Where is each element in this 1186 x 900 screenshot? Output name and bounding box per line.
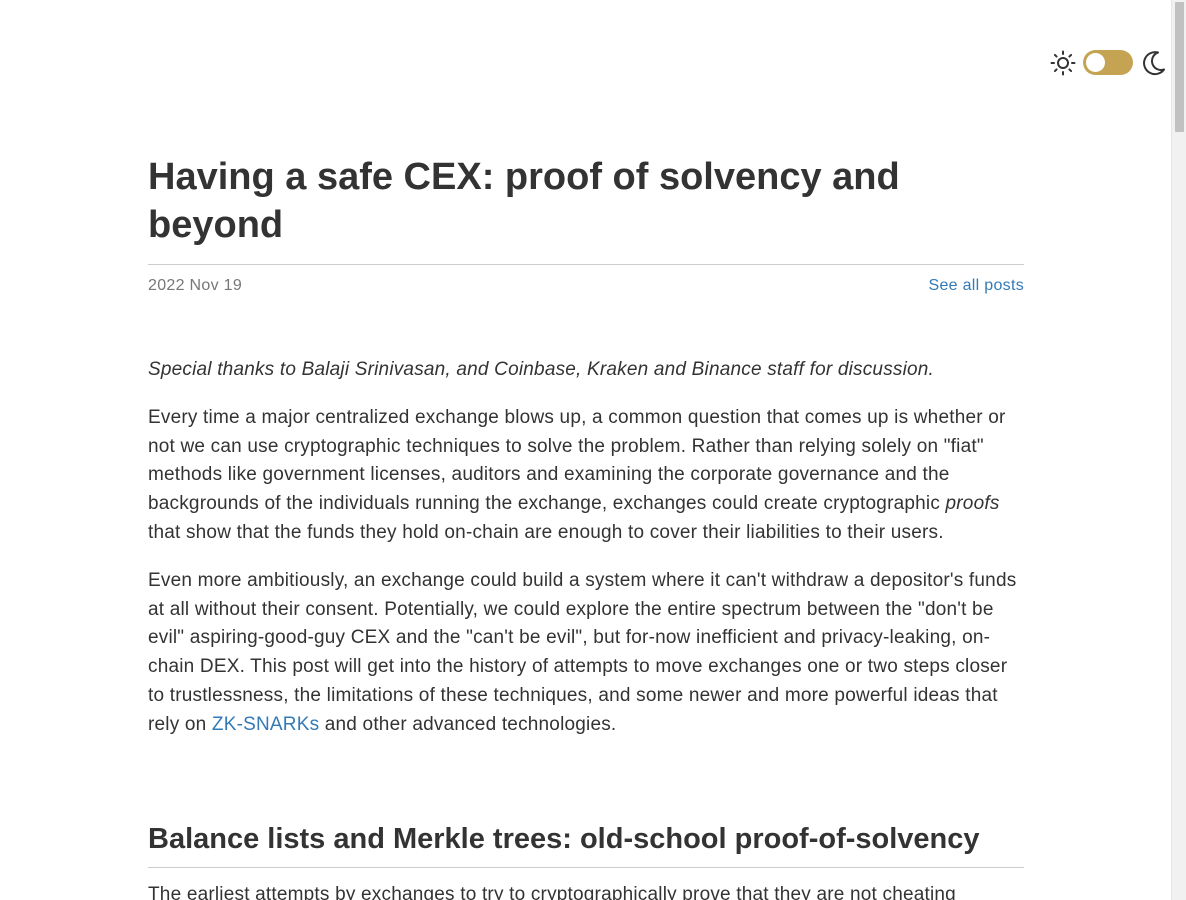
theme-toggle[interactable] (1083, 50, 1133, 75)
section-paragraph: The earliest attempts by exchanges to tr… (148, 884, 956, 900)
paragraph-intro: Every time a major centralized exchange … (148, 404, 1024, 548)
sun-icon (1050, 50, 1076, 76)
see-all-posts-link[interactable]: See all posts (928, 276, 1024, 296)
toggle-knob (1086, 53, 1105, 72)
emphasis-text: proofs (945, 493, 1000, 515)
vertical-scrollbar[interactable] (1171, 0, 1186, 900)
acknowledgement: Special thanks to Balaji Srinivasan, and… (148, 359, 935, 380)
scrollbar-thumb[interactable] (1175, 2, 1184, 132)
theme-switch (1050, 48, 1170, 78)
paragraph-text: Even more ambitiously, an exchange could… (148, 569, 1017, 735)
paragraph-text: Every time a major centralized exchange … (148, 406, 1006, 515)
paragraph-text: that show that the funds they hold on-ch… (148, 521, 944, 543)
paragraph-text: and other advanced technologies. (319, 713, 617, 735)
section-heading: Balance lists and Merkle trees: old-scho… (148, 823, 980, 855)
moon-icon (1143, 51, 1165, 76)
zk-snarks-link[interactable]: ZK-SNARKs (212, 714, 319, 735)
post-date: 2022 Nov 19 (148, 277, 243, 294)
section-divider (148, 867, 1024, 868)
title-divider (148, 264, 1024, 265)
post-title: Having a safe CEX: proof of solvency and… (148, 156, 900, 246)
post-content: Special thanks to Balaji Srinivasan, and… (148, 356, 1024, 759)
paragraph-ambition: Even more ambitiously, an exchange could… (148, 567, 1024, 740)
